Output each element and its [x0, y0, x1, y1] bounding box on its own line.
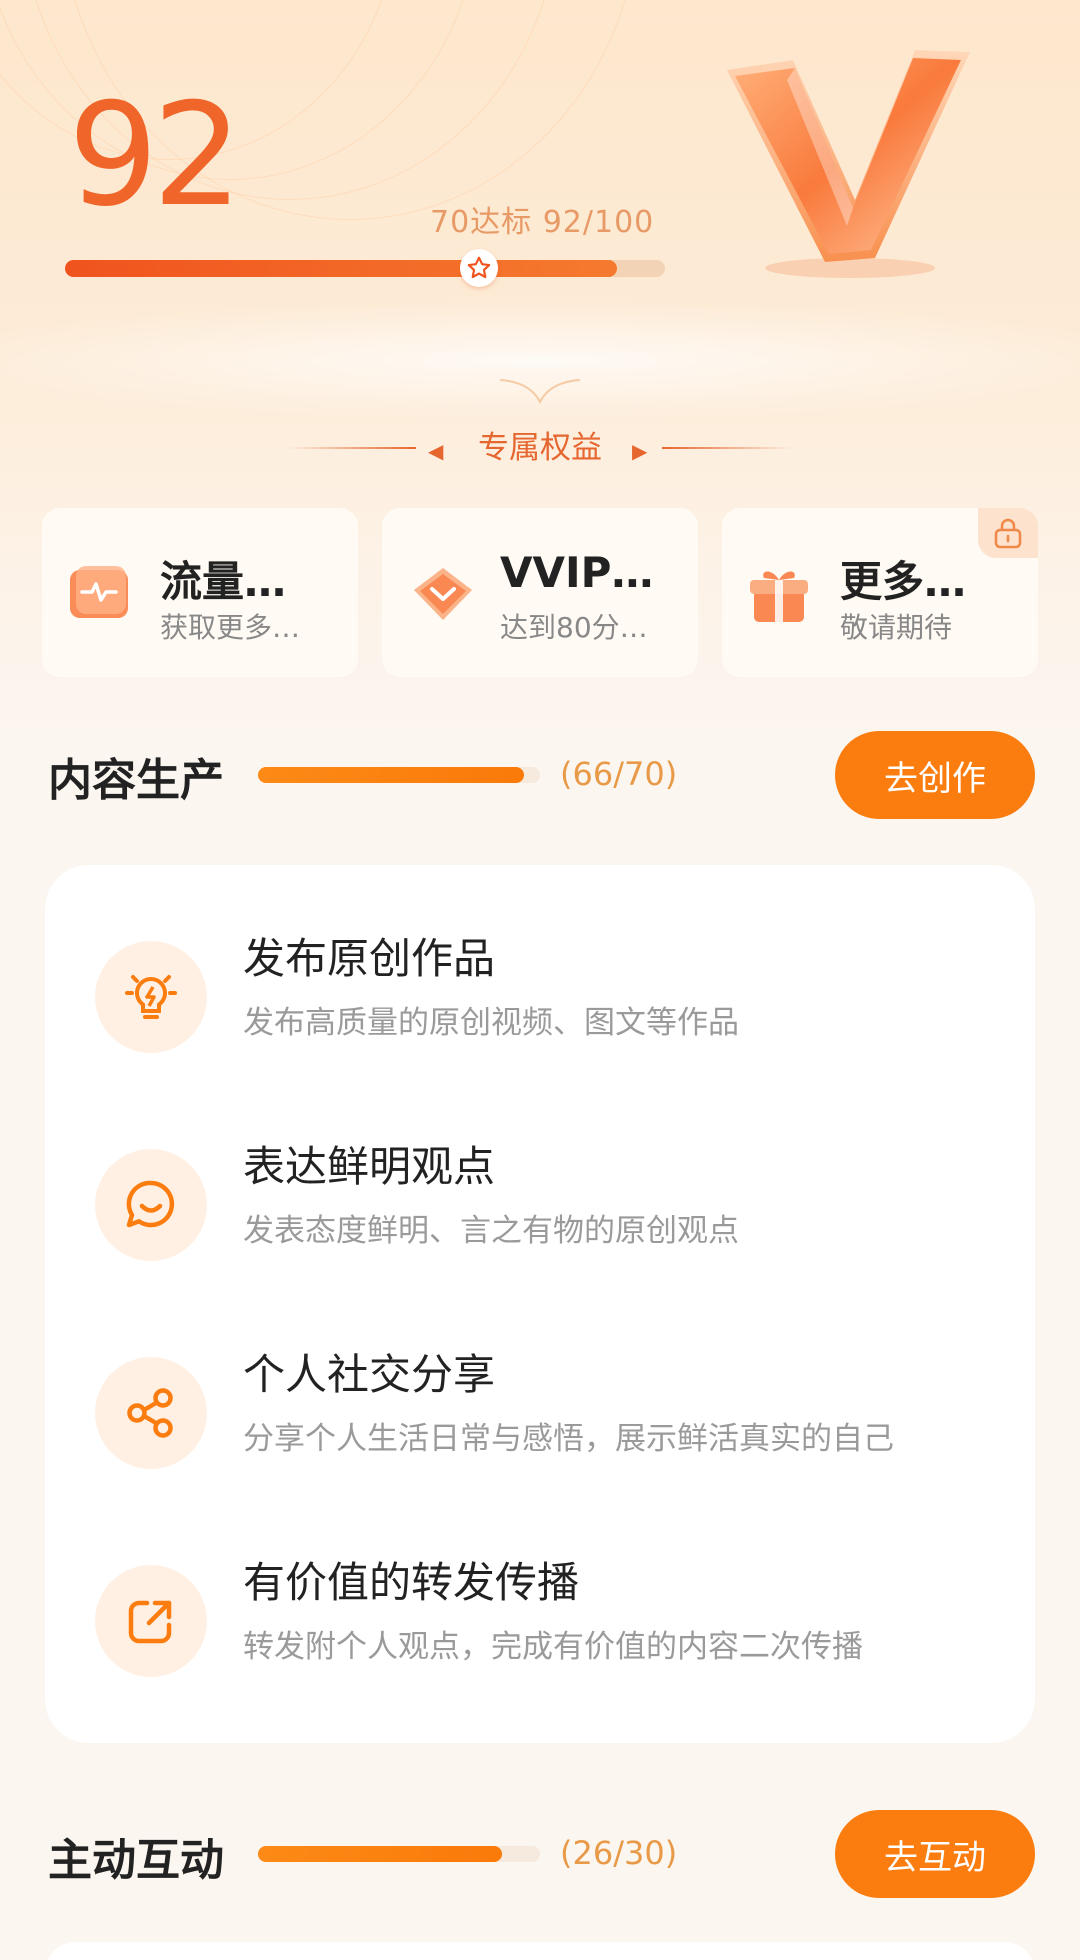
list-item-forward[interactable]: 有价值的转发传播 转发附个人观点，完成有价值的内容二次传播 — [45, 1549, 1035, 1689]
benefits-title: 专属权益 — [478, 430, 602, 466]
item-title: 发布原创作品 — [243, 934, 496, 983]
benefit-subtitle: 达到80分… — [500, 611, 648, 644]
decorative-line — [662, 447, 792, 449]
score-progress-fill — [65, 260, 617, 277]
benefit-card-more[interactable]: 更多… 敬请期待 — [722, 508, 1038, 677]
active-interaction-progress — [258, 1846, 540, 1862]
go-create-button[interactable]: 去创作 — [835, 731, 1035, 819]
benefit-subtitle: 获取更多… — [160, 611, 301, 644]
item-description: 分享个人生活日常与感悟，展示鲜活真实的自己 — [243, 1421, 894, 1457]
content-production-card: 发布原创作品 发布高质量的原创视频、图文等作品 表达鲜明观点 发表态度鲜明、言之… — [45, 865, 1035, 1743]
benefit-card-vvip[interactable]: VVIP… 达到80分… — [382, 508, 698, 677]
content-production-progress — [258, 767, 540, 783]
standard-star-icon — [459, 249, 498, 287]
score-header: 92 70达标 92/100 ◀ 专属权益 ▶ 流量… 获取更多… VVIP… … — [0, 0, 1080, 745]
go-interact-button[interactable]: 去互动 — [835, 1810, 1035, 1898]
notch-divider — [500, 379, 580, 405]
content-production-count: (66/70) — [560, 755, 678, 793]
benefit-title: 更多… — [840, 557, 967, 606]
list-item-social-share[interactable]: 个人社交分享 分享个人生活日常与感悟，展示鲜活真实的自己 — [45, 1341, 1035, 1481]
active-interaction-count: (26/30) — [560, 1834, 678, 1872]
benefit-card-traffic[interactable]: 流量… 获取更多… — [42, 508, 358, 677]
score-value: 92 — [68, 73, 243, 238]
benefit-title: VVIP… — [500, 548, 654, 597]
triangle-right-icon: ▶ — [632, 439, 648, 463]
chat-bubble-icon — [95, 1149, 207, 1261]
gift-icon — [748, 564, 808, 622]
list-item-original-work[interactable]: 发布原创作品 发布高质量的原创视频、图文等作品 — [45, 925, 1035, 1065]
item-description: 发布高质量的原创视频、图文等作品 — [243, 1005, 739, 1041]
score-standard-text: 70达标 92/100 — [430, 205, 655, 240]
score-progress-bar — [65, 249, 665, 287]
item-title: 个人社交分享 — [243, 1350, 496, 1399]
content-production-progress-fill — [258, 767, 524, 783]
benefit-subtitle: 敬请期待 — [840, 611, 953, 644]
active-interaction-title: 主动互动 — [48, 1835, 224, 1886]
item-description: 发表态度鲜明、言之有物的原创观点 — [243, 1213, 739, 1249]
benefit-title: 流量… — [160, 557, 287, 606]
active-interaction-progress-fill — [258, 1846, 503, 1862]
list-item-clear-viewpoint[interactable]: 表达鲜明观点 发表态度鲜明、言之有物的原创观点 — [45, 1133, 1035, 1273]
diamond-icon — [408, 564, 472, 622]
item-title: 有价值的转发传播 — [243, 1558, 580, 1607]
forward-icon — [95, 1565, 207, 1677]
content-production-title: 内容生产 — [48, 755, 224, 806]
lightbulb-icon — [95, 941, 207, 1053]
item-description: 转发附个人观点，完成有价值的内容二次传播 — [243, 1629, 863, 1665]
benefits-header: ◀ 专属权益 ▶ — [0, 428, 1080, 468]
active-interaction-card — [45, 1942, 1035, 1960]
traffic-icon — [68, 564, 128, 622]
v-badge-icon — [715, 30, 985, 285]
share-icon — [95, 1357, 207, 1469]
item-title: 表达鲜明观点 — [243, 1142, 496, 1191]
